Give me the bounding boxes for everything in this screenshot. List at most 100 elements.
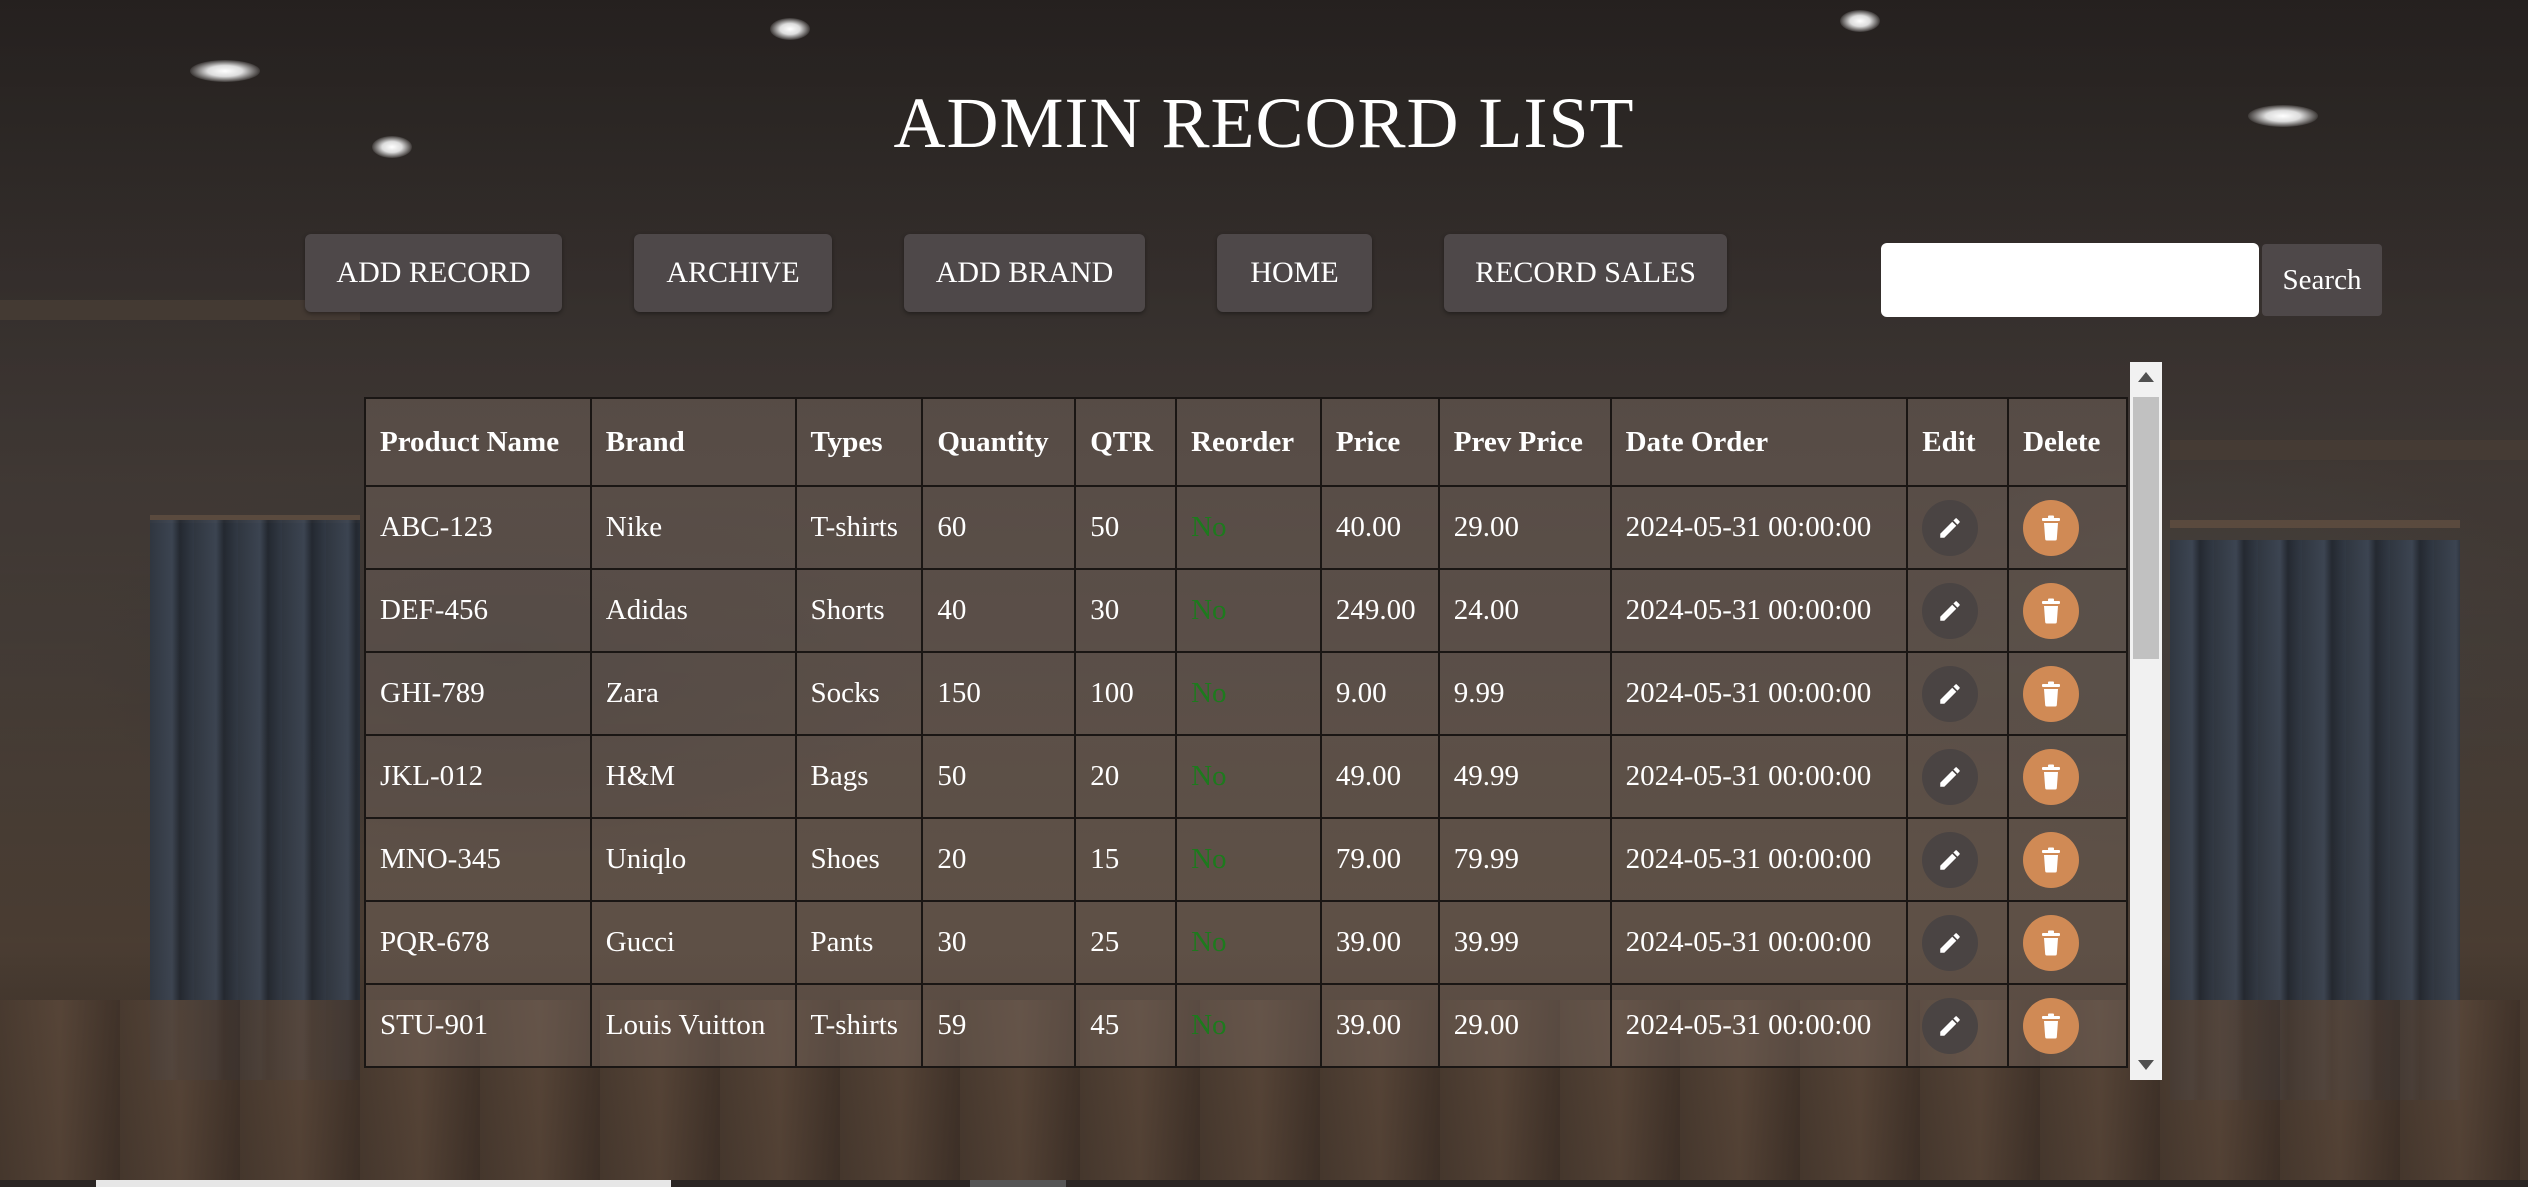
table-row: JKL-012 H&M Bags 50 20 No 49.00 49.99 2024-05-31… — [364, 734, 2128, 819]
cell-prev-price: 29.00 — [1437, 983, 1612, 1068]
cell-price: 79.00 — [1319, 817, 1440, 902]
scroll-thumb[interactable] — [2133, 397, 2159, 659]
archive-button[interactable]: ARCHIVE — [634, 234, 832, 312]
shelf — [2170, 440, 2528, 460]
cell-price: 49.00 — [1319, 734, 1440, 819]
cell-price: 39.00 — [1319, 983, 1440, 1068]
edit-button[interactable] — [1922, 665, 1979, 722]
cell-product-name: PQR-678 — [364, 900, 592, 985]
cell-type: T-shirts — [794, 983, 924, 1068]
edit-button[interactable] — [1922, 997, 1979, 1054]
delete-button[interactable] — [2023, 582, 2080, 639]
edit-button[interactable] — [1922, 831, 1979, 888]
pencil-icon — [1937, 1013, 1963, 1039]
cell-quantity: 30 — [921, 900, 1077, 985]
cell-prev-price: 39.99 — [1437, 900, 1612, 985]
header-date-order: Date Order — [1609, 397, 1909, 487]
horizontal-scroll-thumb[interactable] — [96, 1180, 671, 1187]
cell-edit — [1906, 568, 2010, 653]
cell-qtr: 100 — [1074, 651, 1178, 736]
pencil-icon — [1937, 515, 1963, 541]
ceiling-light — [190, 60, 260, 82]
trash-icon — [2039, 764, 2063, 790]
cell-quantity: 60 — [921, 485, 1077, 570]
cell-date-order: 2024-05-31 00:00:00 — [1609, 983, 1909, 1068]
trash-icon — [2039, 1013, 2063, 1039]
record-sales-button[interactable]: RECORD SALES — [1444, 234, 1727, 312]
edit-button[interactable] — [1922, 582, 1979, 639]
cell-reorder: No — [1175, 651, 1322, 736]
edit-button[interactable] — [1922, 914, 1979, 971]
cell-edit — [1906, 485, 2010, 570]
cell-type: Pants — [794, 900, 924, 985]
edit-button[interactable] — [1922, 499, 1979, 556]
delete-button[interactable] — [2023, 665, 2080, 722]
search-input[interactable] — [1881, 243, 2259, 317]
horizontal-scrollbar[interactable] — [0, 1180, 2528, 1187]
delete-button[interactable] — [2023, 748, 2080, 805]
cell-brand: H&M — [589, 734, 797, 819]
delete-button[interactable] — [2023, 914, 2080, 971]
add-brand-button[interactable]: ADD BRAND — [904, 234, 1145, 312]
scroll-up-arrow-icon[interactable] — [2138, 372, 2154, 382]
cell-date-order: 2024-05-31 00:00:00 — [1609, 485, 1909, 570]
trash-icon — [2039, 598, 2063, 624]
table-row: ABC-123 Nike T-shirts 60 50 No 40.00 29.00 2024-… — [364, 485, 2128, 570]
search-button[interactable]: Search — [2262, 244, 2382, 316]
cell-qtr: 20 — [1074, 734, 1178, 819]
cell-reorder: No — [1175, 817, 1322, 902]
cell-brand: Nike — [589, 485, 797, 570]
header-product-name: Product Name — [364, 397, 592, 487]
cell-qtr: 30 — [1074, 568, 1178, 653]
add-record-button[interactable]: ADD RECORD — [305, 234, 562, 312]
cell-delete — [2007, 817, 2128, 902]
cell-reorder: No — [1175, 983, 1322, 1068]
header-quantity: Quantity — [921, 397, 1077, 487]
cell-delete — [2007, 485, 2128, 570]
delete-button[interactable] — [2023, 499, 2080, 556]
cell-quantity: 50 — [921, 734, 1077, 819]
cell-prev-price: 9.99 — [1437, 651, 1612, 736]
trash-icon — [2039, 847, 2063, 873]
rack-rail — [2170, 520, 2460, 528]
cell-date-order: 2024-05-31 00:00:00 — [1609, 817, 1909, 902]
cell-date-order: 2024-05-31 00:00:00 — [1609, 568, 1909, 653]
records-table: Product Name Brand Types Quantity QTR Re… — [364, 397, 2128, 1068]
cell-type: Socks — [794, 651, 924, 736]
table-row: GHI-789 Zara Socks 150 100 No 9.00 9.99 2024-05-… — [364, 651, 2128, 736]
cell-delete — [2007, 900, 2128, 985]
cell-quantity: 150 — [921, 651, 1077, 736]
vertical-scrollbar[interactable] — [2130, 362, 2162, 1080]
cell-brand: Uniqlo — [589, 817, 797, 902]
header-types: Types — [794, 397, 924, 487]
cell-product-name: GHI-789 — [364, 651, 592, 736]
cell-date-order: 2024-05-31 00:00:00 — [1609, 734, 1909, 819]
header-delete: Delete — [2007, 397, 2128, 487]
header-prev-price: Prev Price — [1437, 397, 1612, 487]
cell-qtr: 50 — [1074, 485, 1178, 570]
delete-button[interactable] — [2023, 831, 2080, 888]
trash-icon — [2039, 930, 2063, 956]
pencil-icon — [1937, 598, 1963, 624]
cell-price: 39.00 — [1319, 900, 1440, 985]
delete-button[interactable] — [2023, 997, 2080, 1054]
table-header-row: Product Name Brand Types Quantity QTR Re… — [364, 397, 2128, 487]
home-button[interactable]: HOME — [1217, 234, 1372, 312]
cell-quantity: 40 — [921, 568, 1077, 653]
cell-delete — [2007, 983, 2128, 1068]
cell-edit — [1906, 651, 2010, 736]
cell-prev-price: 24.00 — [1437, 568, 1612, 653]
cell-price: 9.00 — [1319, 651, 1440, 736]
header-price: Price — [1319, 397, 1440, 487]
cell-product-name: JKL-012 — [364, 734, 592, 819]
trash-icon — [2039, 681, 2063, 707]
scroll-down-arrow-icon[interactable] — [2138, 1060, 2154, 1070]
cell-type: Shorts — [794, 568, 924, 653]
cell-prev-price: 79.99 — [1437, 817, 1612, 902]
cell-type: Bags — [794, 734, 924, 819]
table-body: ABC-123 Nike T-shirts 60 50 No 40.00 29.00 2024-… — [364, 485, 2128, 1068]
header-qtr: QTR — [1074, 397, 1178, 487]
edit-button[interactable] — [1922, 748, 1979, 805]
cell-prev-price: 49.99 — [1437, 734, 1612, 819]
records-table-container: Product Name Brand Types Quantity QTR Re… — [364, 362, 2162, 1080]
